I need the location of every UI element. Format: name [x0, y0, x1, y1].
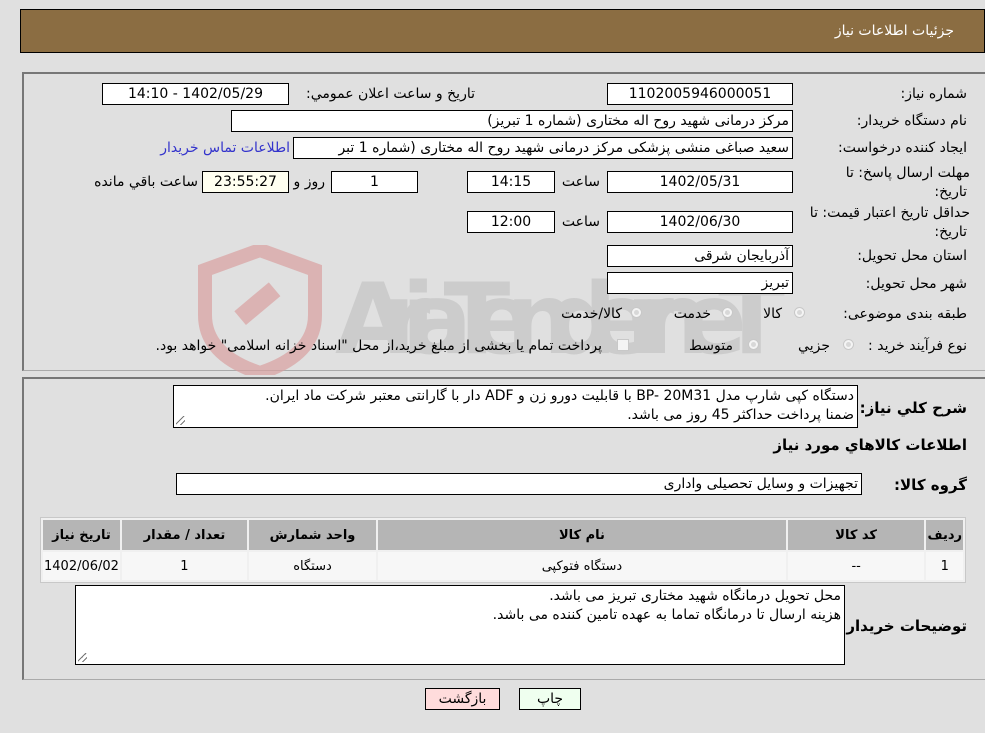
goods-table: ردیف کد کالا نام کالا واحد شمارش تعداد /…: [40, 517, 966, 583]
buyer-contact-link[interactable]: اطلاعات تماس خریدار: [160, 140, 290, 156]
announce-label: تاریخ و ساعت اعلان عمومي:: [306, 86, 475, 102]
reply-time-field: 14:15: [467, 171, 555, 193]
page-title: جزئیات اطلاعات نیاز: [834, 23, 954, 39]
resize-grip-icon[interactable]: [78, 653, 87, 662]
reply-deadline-label-2: تاریخ:: [934, 184, 967, 200]
category-goods-radio[interactable]: [794, 307, 805, 318]
reply-time-label: ساعت: [561, 174, 600, 190]
need-number-label: شماره نیاز:: [900, 86, 968, 102]
category-both-radio[interactable]: [631, 307, 642, 318]
description-textarea[interactable]: دستگاه کپی شارپ مدل BP- 20M31 با قابلیت …: [173, 385, 858, 428]
price-validity-time-field: 12:00: [467, 211, 555, 233]
description-label: شرح کلي نیاز:: [859, 399, 967, 417]
price-validity-date-field: 1402/06/30: [607, 211, 793, 233]
buyer-org-field: مرکز درمانی شهید روح اله مختاری (شماره 1…: [231, 110, 793, 132]
category-label: طبقه بندی موضوعی:: [843, 306, 967, 322]
buyer-notes-label: توضیحات خریدار:: [840, 617, 967, 635]
resize-grip-icon[interactable]: [176, 416, 185, 425]
city-field: تبریز: [607, 272, 793, 294]
announce-field: 1402/05/29 - 14:10: [102, 83, 289, 105]
city-label: شهر محل تحویل:: [865, 276, 967, 292]
goods-group-label: گروه کالا:: [894, 476, 967, 494]
goods-info-title: اطلاعات کالاهاي مورد نیاز: [773, 436, 967, 454]
process-medium-radio[interactable]: [748, 339, 759, 350]
cell-unit: دستگاه: [248, 552, 377, 580]
province-field: آذربایجان شرقی: [607, 245, 793, 267]
description-line-2: ضمنا پرداخت حداکثر 45 روز می باشد.: [627, 407, 854, 423]
category-service-label: خدمت: [673, 306, 711, 322]
table-row: 1 -- دستگاه فتوکپی دستگاه 1 1402/06/02: [43, 552, 963, 580]
days-remaining-field: 1: [331, 171, 418, 193]
treasury-note: پرداخت تمام یا بخشی از مبلغ خرید،از محل …: [155, 338, 602, 354]
col-unit: واحد شمارش: [248, 520, 377, 550]
need-number-field: 1102005946000051: [607, 83, 793, 105]
col-quantity: تعداد / مقدار: [121, 520, 247, 550]
process-minor-label: جزيي: [798, 338, 830, 354]
back-button[interactable]: بازگشت: [425, 688, 500, 710]
process-label: نوع فرآیند خرید :: [868, 338, 967, 354]
buyer-org-label: نام دستگاه خریدار:: [856, 113, 967, 129]
col-need-date: تاریخ نیاز: [43, 520, 120, 550]
buyer-notes-line-1: محل تحویل درمانگاه شهید مختاری تبریز می …: [549, 588, 841, 604]
requester-label: ایجاد کننده درخواست:: [838, 140, 967, 156]
treasury-checkbox[interactable]: [617, 339, 629, 351]
buyer-notes-line-2: هزینه ارسال تا درمانگاه تماما به عهده تا…: [492, 607, 841, 623]
process-minor-radio[interactable]: [843, 339, 854, 350]
goods-group-field: تجهیزات و وسایل تحصیلی واداری: [176, 473, 862, 495]
cell-goods-code: --: [787, 552, 925, 580]
cell-quantity: 1: [121, 552, 247, 580]
cell-row-number: 1: [926, 552, 963, 580]
col-goods-name: نام کالا: [378, 520, 786, 550]
category-service-radio[interactable]: [722, 307, 733, 318]
price-validity-time-label: ساعت: [561, 214, 600, 230]
cell-goods-name: دستگاه فتوکپی: [378, 552, 786, 580]
process-medium-label: متوسط: [689, 338, 733, 354]
buyer-notes-textarea[interactable]: محل تحویل درمانگاه شهید مختاری تبریز می …: [75, 585, 845, 665]
category-both-label: کالا/خدمت: [561, 306, 622, 322]
price-validity-label-2: تاریخ:: [934, 224, 967, 240]
reply-deadline-label: مهلت ارسال پاسخ: تا: [845, 165, 970, 181]
price-validity-label: حداقل تاریخ اعتبار قیمت: تا: [809, 205, 970, 221]
requester-field: سعید صباغی منشی پزشکی مرکز درمانی شهید ر…: [293, 137, 793, 159]
days-label: روز و: [293, 174, 326, 190]
col-row-number: ردیف: [926, 520, 963, 550]
reply-date-field: 1402/05/31: [607, 171, 793, 193]
col-goods-code: کد کالا: [787, 520, 925, 550]
time-remaining-field: 23:55:27: [202, 171, 289, 193]
goods-table-header: ردیف کد کالا نام کالا واحد شمارش تعداد /…: [43, 520, 963, 550]
province-label: استان محل تحویل:: [857, 248, 967, 264]
cell-need-date: 1402/06/02: [43, 552, 120, 580]
page-header: جزئیات اطلاعات نیاز: [20, 9, 985, 53]
description-line-1: دستگاه کپی شارپ مدل BP- 20M31 با قابلیت …: [265, 388, 854, 404]
category-goods-label: کالا: [763, 306, 782, 322]
time-remaining-label: ساعت باقي مانده: [94, 174, 198, 190]
print-button[interactable]: چاپ: [519, 688, 581, 710]
